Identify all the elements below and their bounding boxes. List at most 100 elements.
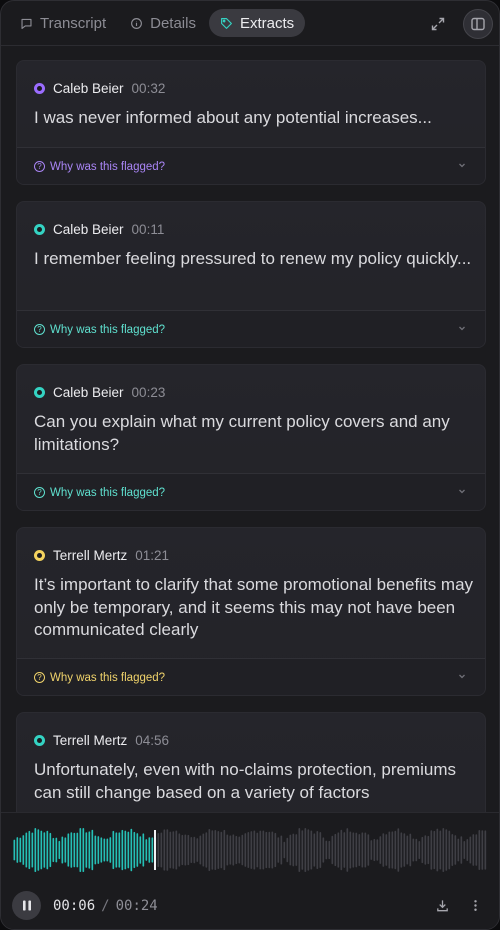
waveform-bar <box>70 832 73 868</box>
waveform-bar <box>331 835 334 865</box>
waveform-bar <box>49 832 52 868</box>
waveform-bar <box>241 834 244 866</box>
playback-controls: 00:06 / 00:24 <box>12 891 158 920</box>
waveform-bar <box>421 836 424 864</box>
pause-button[interactable] <box>12 891 41 920</box>
speaker-dot-icon <box>34 735 45 746</box>
waveform-bar <box>379 836 382 864</box>
waveform-bar <box>325 840 328 860</box>
download-icon[interactable] <box>435 898 450 913</box>
extract-header: Terrell Mertz 01:21 <box>34 548 169 563</box>
waveform-bar <box>139 836 142 864</box>
waveform-bar <box>427 835 430 865</box>
waveform-bar <box>385 834 388 866</box>
waveform-bar <box>202 833 205 867</box>
waveform-bar <box>124 830 127 870</box>
waveform-bar <box>151 837 154 863</box>
waveform-bar <box>244 833 247 867</box>
waveform-bar <box>367 834 370 866</box>
waveform-bar <box>52 837 55 863</box>
tab-extracts[interactable]: Extracts <box>208 9 306 37</box>
waveform-bar <box>268 831 271 869</box>
extract-card[interactable]: Caleb Beier 00:32 I was never informed a… <box>16 60 486 185</box>
waveform-bar <box>469 836 472 864</box>
waveform-bar <box>223 829 226 871</box>
flag-reason-toggle[interactable]: ? Why was this flagged? <box>17 310 485 347</box>
waveform-bar <box>373 838 376 862</box>
waveform-bar <box>397 828 400 872</box>
waveform-bar <box>280 835 283 865</box>
waveform-bar <box>85 832 88 868</box>
extract-text: Can you explain what my current policy c… <box>34 412 450 454</box>
waveform-bar <box>271 831 274 869</box>
waveform-bar <box>130 828 133 872</box>
waveform-bar <box>370 840 373 860</box>
more-vertical-icon[interactable] <box>468 898 483 913</box>
flag-reason-toggle[interactable]: ? Why was this flagged? <box>17 147 485 184</box>
toggle-sidebar-button[interactable] <box>463 9 493 39</box>
question-icon: ? <box>34 161 45 172</box>
total-time: 00:24 <box>115 897 158 914</box>
waveform-bar <box>475 834 478 866</box>
waveform-bar <box>436 828 439 872</box>
tab-details[interactable]: Details <box>119 9 207 37</box>
flag-reason-toggle[interactable]: ? Why was this flagged? <box>17 473 485 510</box>
player-actions <box>435 898 483 913</box>
waveform-bar <box>376 839 379 861</box>
extract-card[interactable]: Caleb Beier 00:23 Can you explain what m… <box>16 364 486 511</box>
flag-reason-toggle[interactable]: ? Why was this flagged? <box>17 658 485 695</box>
timestamp[interactable]: 00:32 <box>132 81 166 96</box>
question-icon: ? <box>34 324 45 335</box>
waveform-bar <box>67 833 70 867</box>
waveform-bar <box>322 837 325 863</box>
extract-card[interactable]: Terrell Mertz 01:21 It’s important to cl… <box>16 527 486 696</box>
timestamp[interactable]: 00:23 <box>132 385 166 400</box>
speaker-name: Caleb Beier <box>53 81 124 96</box>
extract-card[interactable]: Caleb Beier 00:11 I remember feeling pre… <box>16 201 486 348</box>
waveform-bar <box>307 829 310 871</box>
tab-transcript[interactable]: Transcript <box>9 9 117 37</box>
waveform-bar <box>352 832 355 868</box>
waveform-bar <box>253 830 256 870</box>
waveform-bar <box>265 831 268 869</box>
waveform-bar <box>190 837 193 863</box>
extract-header: Caleb Beier 00:32 <box>34 81 165 96</box>
waveform-bar <box>388 831 391 869</box>
waveform-bar <box>226 834 229 866</box>
waveform-bar <box>55 837 58 863</box>
expand-button[interactable] <box>423 9 453 39</box>
playhead[interactable] <box>154 830 156 870</box>
speaker-dot-icon <box>34 387 45 398</box>
waveform-bar <box>169 831 172 869</box>
waveform-bar <box>205 832 208 868</box>
waveform-bar <box>118 832 121 868</box>
current-time: 00:06 <box>53 897 96 914</box>
waveform-bar <box>199 835 202 865</box>
waveform-bar <box>175 830 178 870</box>
waveform-bar <box>88 831 91 869</box>
flag-label: Why was this flagged? <box>50 160 166 173</box>
waveform-bar <box>286 837 289 863</box>
waveform-bar <box>439 830 442 870</box>
timestamp[interactable]: 00:11 <box>132 222 165 237</box>
waveform-bar <box>304 828 307 872</box>
extract-card[interactable]: Terrell Mertz 04:56 Unfortunately, even … <box>16 712 486 812</box>
info-icon <box>131 17 143 29</box>
tab-label: Details <box>150 14 196 32</box>
waveform-bar <box>418 840 421 860</box>
waveform-bar <box>355 832 358 868</box>
waveform-bar <box>259 830 262 870</box>
timestamp[interactable]: 01:21 <box>135 548 169 563</box>
waveform-bar <box>292 833 295 867</box>
extract-text: I remember feeling pressured to renew my… <box>34 249 472 268</box>
waveform-bar <box>58 840 61 860</box>
waveform-bar <box>214 830 217 870</box>
waveform-bar <box>394 830 397 870</box>
flag-label: Why was this flagged? <box>50 486 166 499</box>
waveform[interactable] <box>13 827 487 873</box>
waveform-bar <box>256 832 259 868</box>
waveform-bar <box>166 829 169 871</box>
waveform-bar <box>400 832 403 868</box>
waveform-bar <box>28 830 31 870</box>
timestamp[interactable]: 04:56 <box>135 733 169 748</box>
